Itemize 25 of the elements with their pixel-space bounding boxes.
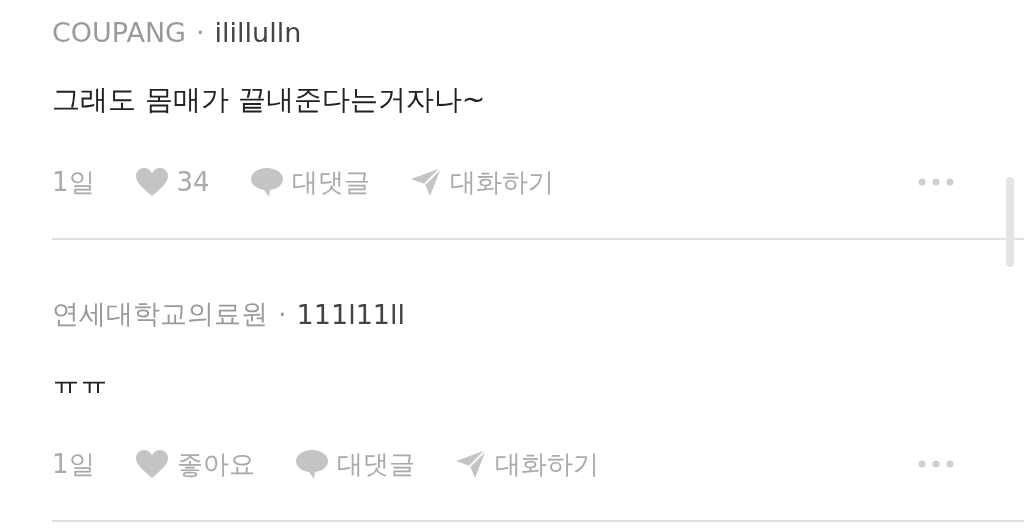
separator-dot: · xyxy=(278,298,287,330)
paper-plane-icon xyxy=(454,449,487,479)
scrollbar[interactable] xyxy=(1006,177,1014,267)
comment-time: 1일 xyxy=(52,447,95,481)
more-options-icon[interactable] xyxy=(918,460,954,468)
paper-plane-icon xyxy=(409,167,442,197)
chat-button[interactable]: 대화하기 xyxy=(454,446,599,482)
comment-time: 1일 xyxy=(52,165,95,199)
reply-button[interactable]: 대댓글 xyxy=(294,446,415,482)
reply-button[interactable]: 대댓글 xyxy=(249,164,370,200)
chat-button[interactable]: 대화하기 xyxy=(409,164,554,200)
more-options-icon[interactable] xyxy=(918,178,954,186)
separator-dot: · xyxy=(196,16,205,48)
like-button[interactable]: 34 xyxy=(134,167,210,197)
user-handle: 111l11ll xyxy=(296,298,405,330)
heart-icon xyxy=(134,167,169,197)
heart-icon xyxy=(134,449,169,479)
like-button[interactable]: 좋아요 xyxy=(134,446,255,482)
speech-bubble-icon xyxy=(249,166,284,198)
speech-bubble-icon xyxy=(294,448,329,480)
comment-text: 그래도 몸매가 끝내준다는거자나~ xyxy=(52,82,486,118)
company-name: COUPANG xyxy=(52,16,186,48)
user-handle: ilillulln xyxy=(214,16,302,48)
comment-text: ㅠㅠ xyxy=(52,364,108,400)
company-name: 연세대학교의료원 xyxy=(52,297,268,331)
